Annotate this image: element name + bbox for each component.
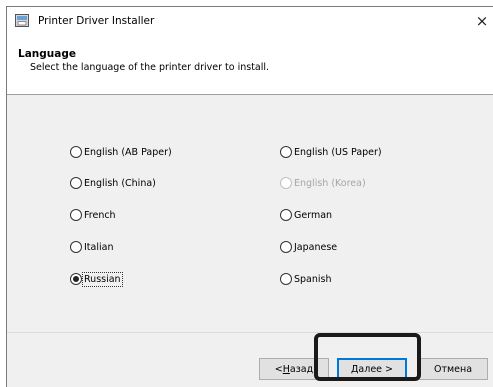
- radio-circle-icon: [280, 273, 292, 285]
- radio-label: English (China): [84, 177, 156, 189]
- next-button[interactable]: Далее >: [337, 358, 407, 380]
- language-options: English (AB Paper) English (US Paper) En…: [7, 96, 493, 332]
- radio-circle-icon: [70, 177, 82, 189]
- back-button[interactable]: < Назад: [259, 358, 329, 380]
- button-bar: < Назад Далее > Отмена: [7, 332, 493, 387]
- back-button-prefix: <: [274, 363, 283, 375]
- page-title: Language: [18, 48, 76, 60]
- radio-japanese[interactable]: Japanese: [280, 241, 337, 253]
- installer-window: Printer Driver Installer × Language Sele…: [6, 6, 493, 387]
- radio-circle-icon: [70, 146, 82, 158]
- page-subtitle: Select the language of the printer drive…: [30, 62, 270, 73]
- close-button[interactable]: ×: [471, 7, 493, 35]
- radio-english-ab-paper[interactable]: English (AB Paper): [70, 146, 172, 158]
- back-button-rest: азад: [289, 363, 314, 375]
- radio-circle-icon: [280, 146, 292, 158]
- radio-label: English (Korea): [294, 177, 366, 189]
- radio-english-korea: English (Korea): [280, 177, 366, 189]
- next-button-rest: алее >: [358, 363, 393, 375]
- radio-circle-icon: [70, 241, 82, 253]
- radio-circle-icon: [70, 273, 82, 285]
- printer-app-icon: [15, 14, 29, 27]
- cancel-button[interactable]: Отмена: [418, 358, 488, 380]
- radio-italian[interactable]: Italian: [70, 241, 113, 253]
- radio-label: Spanish: [294, 273, 332, 285]
- radio-circle-icon: [280, 241, 292, 253]
- radio-circle-icon: [280, 177, 292, 189]
- radio-circle-icon: [280, 209, 292, 221]
- title-bar: Printer Driver Installer ×: [7, 7, 493, 35]
- back-button-accel: Н: [282, 363, 290, 375]
- radio-label: Russian: [82, 271, 123, 287]
- radio-english-china[interactable]: English (China): [70, 177, 156, 189]
- page-header: Language Select the language of the prin…: [7, 35, 493, 95]
- radio-german[interactable]: German: [280, 209, 332, 221]
- radio-label: German: [294, 209, 333, 221]
- radio-french[interactable]: French: [70, 209, 116, 221]
- window-title: Printer Driver Installer: [38, 15, 155, 27]
- radio-label: Italian: [84, 241, 114, 253]
- radio-label: English (US Paper): [294, 146, 382, 158]
- radio-label: French: [84, 209, 116, 221]
- next-button-accel: Д: [351, 363, 359, 375]
- radio-label: Japanese: [294, 241, 338, 253]
- radio-label: English (AB Paper): [84, 146, 172, 158]
- radio-circle-icon: [70, 209, 82, 221]
- radio-spanish[interactable]: Spanish: [280, 273, 332, 285]
- radio-russian[interactable]: Russian: [70, 271, 123, 287]
- radio-english-us-paper[interactable]: English (US Paper): [280, 146, 382, 158]
